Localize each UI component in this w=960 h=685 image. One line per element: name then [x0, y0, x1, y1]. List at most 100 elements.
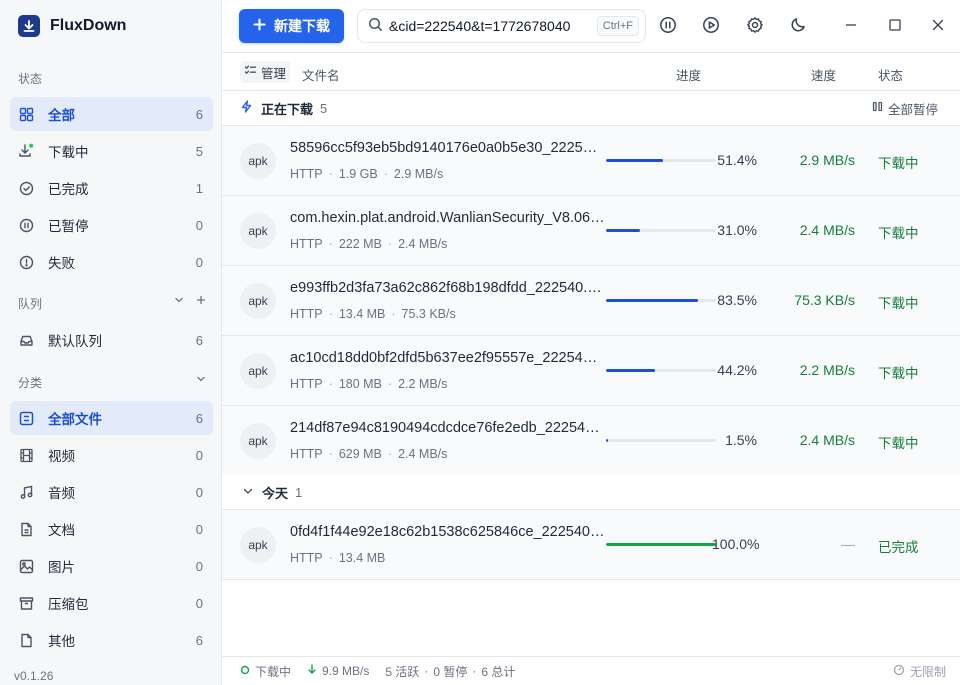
file-name: 58596cc5f93eb5bd9140176e0a0b5e30_222540.… — [290, 140, 605, 156]
column-progress[interactable]: 进度 — [676, 65, 701, 84]
minimize-button[interactable] — [838, 13, 864, 39]
file-type-badge: apk — [240, 143, 276, 179]
transfer-rate: 75.3 KB/s — [401, 307, 456, 321]
sidebar-item-all-files[interactable]: 全部文件 6 — [10, 401, 213, 435]
status-badge: 下载中 — [878, 366, 919, 381]
protocol: HTTP — [290, 237, 323, 251]
separator: · — [328, 237, 333, 251]
sidebar-item-audio[interactable]: 音频 0 — [10, 475, 213, 509]
active-count: 5 活跃 — [385, 664, 420, 679]
download-speed: 2.2 MB/s — [799, 362, 855, 378]
download-row[interactable]: apk 0fd4f1f44e92e18c62b1538c625846ce_222… — [222, 510, 960, 580]
sidebar-item-downloading[interactable]: 下载中 5 — [10, 134, 213, 168]
manage-label: 管理 — [261, 66, 287, 81]
status-speed-label: 9.9 MB/s — [322, 664, 370, 678]
download-list: 管理 文件名 进度 速度 状态 正在下载 5 全部暂停 apk 58596cc5… — [222, 52, 960, 685]
group-header-today[interactable]: 今天 1 — [222, 475, 960, 510]
status-badge: 下载中 — [878, 226, 919, 241]
sidebar-item-failed[interactable]: 失败 0 — [10, 245, 213, 279]
app-logo-icon — [18, 15, 40, 37]
search-icon — [368, 17, 383, 35]
app-version: v0.1.26 — [14, 669, 54, 683]
search-shortcut: Ctrl+F — [596, 16, 639, 36]
sidebar-item-documents[interactable]: 文档 0 — [10, 512, 213, 546]
group-title: 正在下载 — [261, 101, 314, 117]
progress-bar — [606, 439, 716, 442]
pause-all-button[interactable] — [655, 13, 681, 39]
settings-button[interactable] — [742, 13, 768, 39]
sidebar-item-other[interactable]: 其他 6 — [10, 623, 213, 657]
search-input[interactable] — [389, 18, 597, 34]
chevron-down-icon[interactable] — [173, 294, 185, 309]
separator: · — [387, 447, 393, 461]
file-name: 214df87e94c8190494cdcdce76fe2edb_222540.… — [290, 420, 605, 436]
sidebar-item-count: 6 — [195, 332, 203, 348]
new-download-button[interactable]: 新建下载 — [239, 9, 344, 43]
pause-icon — [872, 101, 883, 115]
sidebar-item-default-queue[interactable]: 默认队列 6 — [10, 323, 213, 357]
status-bar: 下载中 9.9 MB/s 5 活跃 · 0 暂停 · 6 总计 无限制 — [222, 656, 960, 685]
sidebar-item-completed[interactable]: 已完成 1 — [10, 171, 213, 205]
theme-toggle-button[interactable] — [785, 13, 811, 39]
group-header-downloading[interactable]: 正在下载 5 全部暂停 — [222, 91, 960, 126]
progress-bar — [606, 159, 716, 162]
progress-bar — [606, 543, 716, 546]
column-filename[interactable]: 文件名 — [302, 65, 340, 84]
sidebar-item-label: 全部文件 — [48, 412, 102, 427]
download-row[interactable]: apk e993ffb2d3fa73a62c862f68b198dfdd_222… — [222, 266, 960, 336]
file-size: 629 MB — [338, 447, 382, 461]
download-icon — [18, 143, 34, 159]
play-circle-icon — [702, 16, 720, 37]
paused-count: 0 暂停 — [433, 664, 468, 679]
progress-fill — [606, 229, 641, 232]
maximize-button[interactable] — [882, 13, 908, 39]
check-circle-icon — [18, 180, 34, 196]
column-speed[interactable]: 速度 — [811, 65, 836, 84]
sidebar-item-count: 0 — [195, 595, 203, 611]
speed-limit[interactable]: 无限制 — [893, 663, 946, 680]
gauge-icon — [893, 664, 905, 679]
chevron-down-icon — [242, 485, 254, 500]
group-count: 1 — [295, 484, 303, 500]
status-badge: 已完成 — [878, 540, 919, 555]
download-row[interactable]: apk 214df87e94c8190494cdcdce76fe2edb_222… — [222, 406, 960, 476]
plus-icon[interactable] — [195, 294, 207, 309]
progress-percent: 100.0% — [712, 536, 760, 552]
sidebar-item-count: 0 — [195, 217, 203, 233]
status-badge: 下载中 — [878, 296, 919, 311]
download-row[interactable]: apk com.hexin.plat.android.WanlianSecuri… — [222, 196, 960, 266]
protocol: HTTP — [290, 307, 323, 321]
queue-tools — [173, 294, 207, 309]
sidebar-item-images[interactable]: 图片 0 — [10, 549, 213, 583]
sidebar-item-label: 失败 — [48, 256, 75, 271]
status-badge: 下载中 — [878, 436, 919, 451]
file-size: 13.4 MB — [338, 307, 386, 321]
progress-fill — [606, 439, 608, 442]
status-speed: 9.9 MB/s — [307, 664, 369, 678]
resume-all-button[interactable] — [698, 13, 724, 39]
sidebar-item-all[interactable]: 全部 6 — [10, 97, 213, 131]
column-status[interactable]: 状态 — [878, 65, 903, 84]
download-row[interactable]: apk 58596cc5f93eb5bd9140176e0a0b5e30_222… — [222, 126, 960, 196]
file-size: 1.9 GB — [338, 167, 378, 181]
section-title-queue: 队列 — [18, 297, 43, 311]
search-box[interactable]: Ctrl+F — [357, 9, 646, 43]
sidebar-item-count: 6 — [195, 106, 203, 122]
pause-all-group-button[interactable]: 全部暂停 — [872, 99, 938, 118]
sidebar-item-archives[interactable]: 压缩包 0 — [10, 586, 213, 620]
chevron-down-icon[interactable] — [195, 373, 207, 388]
file-meta: HTTP · 180 MB · 2.2 MB/s — [290, 377, 447, 391]
file-meta: HTTP · 13.4 MB · 75.3 KB/s — [290, 307, 456, 321]
sidebar-item-label: 压缩包 — [48, 597, 89, 612]
download-row[interactable]: apk ac10cd18dd0bf2dfd5b637ee2f95557e_222… — [222, 336, 960, 406]
file-size: 222 MB — [338, 237, 382, 251]
close-button[interactable] — [925, 13, 951, 39]
sidebar-item-video[interactable]: 视频 0 — [10, 438, 213, 472]
protocol: HTTP — [290, 447, 323, 461]
sidebar-item-paused[interactable]: 已暂停 0 — [10, 208, 213, 242]
progress-bar — [606, 299, 716, 302]
gear-icon — [746, 16, 764, 37]
manage-button[interactable]: 管理 — [240, 61, 291, 83]
maximize-icon — [888, 18, 902, 35]
protocol: HTTP — [290, 551, 323, 565]
